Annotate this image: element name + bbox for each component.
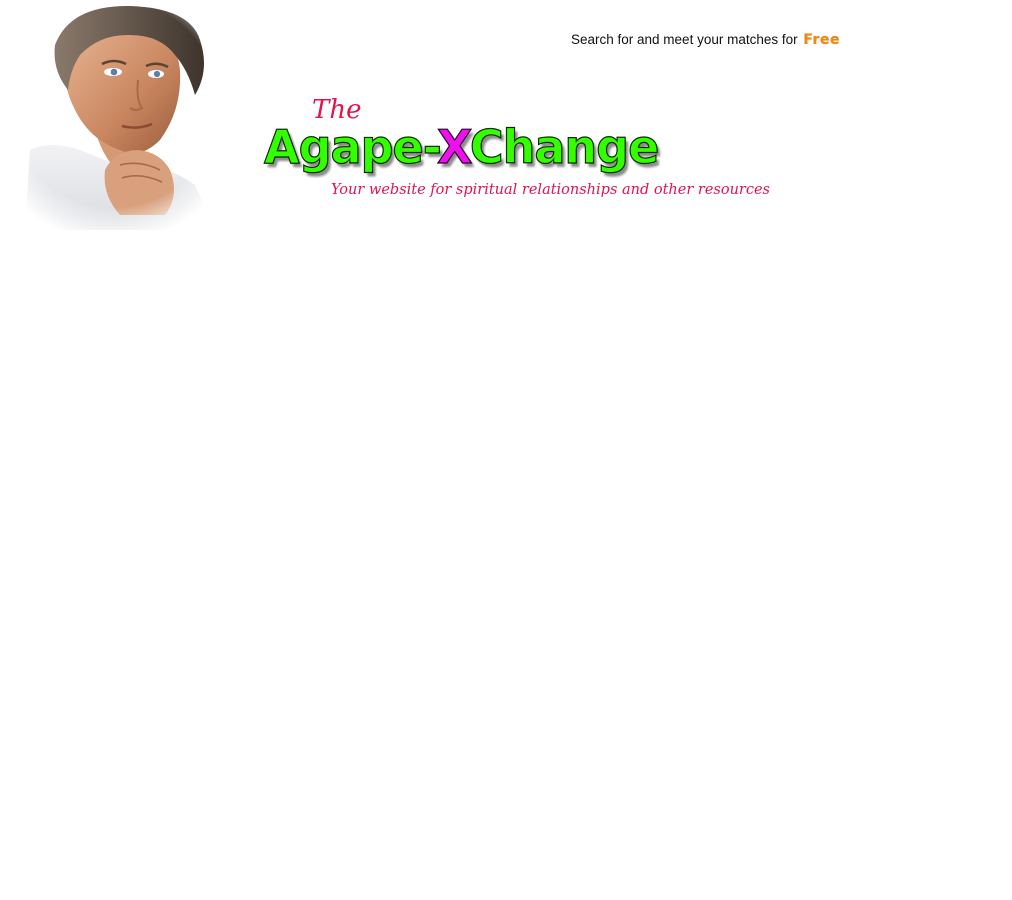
logo-subtitle: Your website for spiritual relationships… xyxy=(331,182,770,198)
logo-title-x: X xyxy=(436,119,471,174)
tagline-text: Search for and meet your matches for xyxy=(571,32,798,47)
header-photo-man xyxy=(10,0,240,230)
logo-title: Agape-XChange xyxy=(263,117,660,177)
site-logo[interactable]: The Agape-XChange Your website for spiri… xyxy=(255,95,770,210)
logo-title-part2: Change xyxy=(469,119,660,174)
logo-title-part1: Agape- xyxy=(263,119,438,174)
free-badge: Free xyxy=(803,32,840,48)
page: Search for and meet your matches for Fre… xyxy=(0,0,1012,900)
tagline: Search for and meet your matches for Fre… xyxy=(571,31,840,49)
